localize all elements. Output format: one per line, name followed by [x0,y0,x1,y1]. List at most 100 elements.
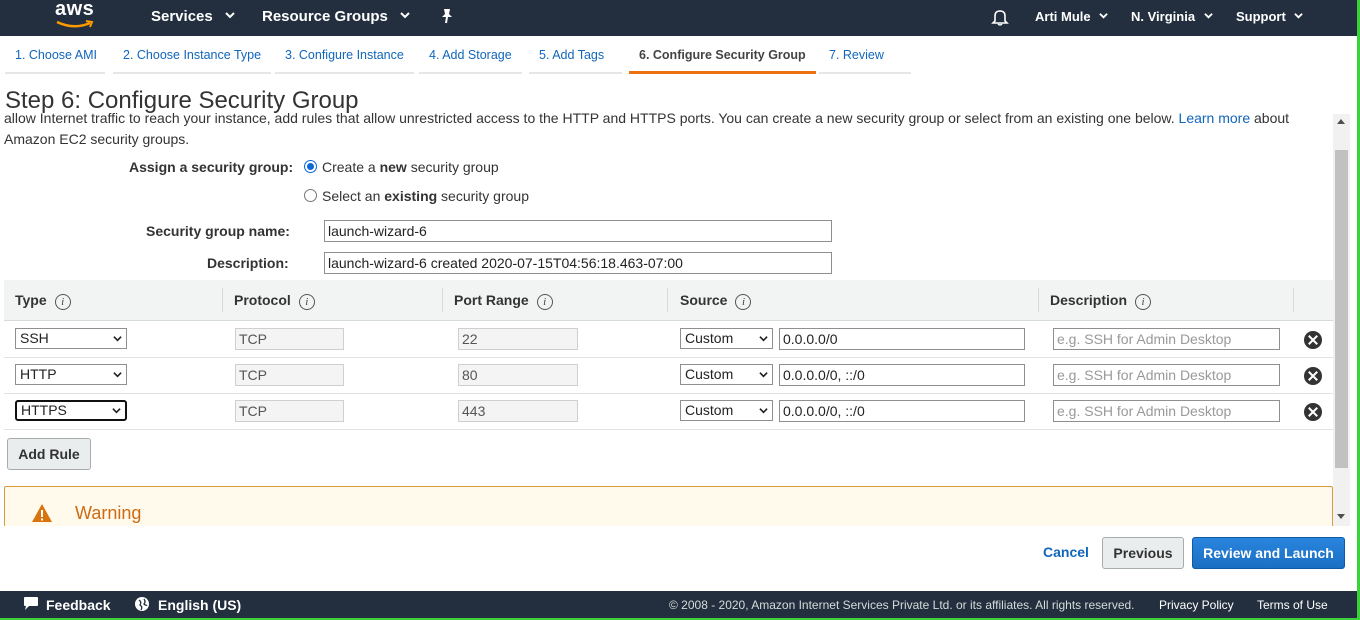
user-menu[interactable]: Arti Mule [1035,0,1108,36]
info-icon[interactable]: i [1135,294,1152,310]
chevron-down-icon [759,372,768,378]
radio-label: Select an [322,188,385,204]
table-row: SSH TCP 22 Custom 0.0.0.0/0 e.g. SSH for… [4,322,1333,358]
tab-label: 2. Choose Instance Type [123,48,262,62]
group-name-input[interactable]: launch-wizard-6 [324,220,832,242]
chevron-down-icon [1203,13,1213,19]
column-label: Description [1050,292,1128,308]
warning-title: Warning [75,503,142,523]
chevron-down-icon [1294,13,1304,19]
tab-label: 3. Configure Instance [285,48,404,62]
source-cidr-input[interactable]: 0.0.0.0/0 [779,328,1025,350]
services-label: Services [151,8,213,25]
type-select[interactable]: HTTPS [15,400,127,421]
radio-select-existing[interactable]: Select an existing security group [304,188,529,204]
column-divider [1293,288,1294,312]
intro-suffix: about [1254,110,1290,126]
chevron-down-icon [112,408,121,414]
vertical-scrollbar[interactable] [1333,114,1350,526]
select-value: Custom [685,366,734,382]
resource-groups-menu[interactable]: Resource Groups [262,0,410,36]
main-content: Step 6: Configure Security Group allow I… [0,84,1333,526]
notifications-button[interactable] [991,8,1009,26]
tab-add-storage[interactable]: 4. Add Storage [419,48,522,74]
radio-button-checked[interactable] [304,159,317,173]
bell-icon [991,10,1009,26]
select-value: HTTPS [21,402,67,418]
privacy-policy-link[interactable]: Privacy Policy [1159,591,1234,619]
tab-choose-instance-type[interactable]: 2. Choose Instance Type [113,48,272,74]
pushpin-icon [442,9,452,24]
source-mode-select[interactable]: Custom [680,328,773,349]
type-select[interactable]: SSH [15,328,127,349]
scroll-up-icon[interactable] [1337,119,1345,124]
select-value: Custom [685,402,734,418]
info-icon[interactable]: i [735,294,752,310]
tab-configure-security-group[interactable]: 6. Configure Security Group [629,48,816,74]
feedback-label: Feedback [46,597,111,613]
services-menu[interactable]: Services [151,0,235,36]
region-menu[interactable]: N. Virginia [1131,0,1213,36]
column-port-range: Port Range i [454,292,553,310]
tab-label: 6. Configure Security Group [639,48,806,62]
remove-rule-icon[interactable] [1304,403,1322,421]
feedback-link[interactable]: Feedback [22,591,111,619]
rule-description-input[interactable]: e.g. SSH for Admin Desktop [1053,364,1280,386]
tab-label: 5. Add Tags [539,48,605,62]
source-cidr-input[interactable]: 0.0.0.0/0, ::/0 [779,400,1025,422]
warning-icon [32,504,52,522]
column-divider [442,288,443,312]
aws-logo[interactable]: aws [55,0,97,34]
tab-add-tags[interactable]: 5. Add Tags [529,48,623,74]
top-nav: aws Services Resource Groups Arti Mule N… [0,0,1357,36]
copyright-text: © 2008 - 2020, Amazon Internet Services … [669,598,1135,612]
support-menu[interactable]: Support [1236,0,1304,36]
source-mode-select[interactable]: Custom [680,400,773,421]
column-label: Type [15,292,47,308]
tab-review[interactable]: 7. Review [819,48,911,74]
table-row: HTTP TCP 80 Custom 0.0.0.0/0, ::/0 e.g. … [4,358,1333,394]
source-mode-select[interactable]: Custom [680,364,773,385]
select-value: Custom [685,330,734,346]
column-type: Type i [15,292,71,310]
tab-choose-ami[interactable]: 1. Choose AMI [5,48,105,74]
tab-label: 7. Review [829,48,884,62]
type-select[interactable]: HTTP [15,364,127,385]
info-icon[interactable]: i [54,294,71,310]
page-title: Step 6: Configure Security Group [5,87,359,114]
pin-button[interactable] [440,8,454,24]
previous-button[interactable]: Previous [1102,537,1184,569]
radio-button[interactable] [304,188,317,202]
review-and-launch-button[interactable]: Review and Launch [1192,537,1345,569]
scroll-thumb[interactable] [1335,150,1348,468]
tab-configure-instance[interactable]: 3. Configure Instance [275,48,414,74]
chevron-down-icon [113,336,122,342]
region-label: N. Virginia [1131,9,1196,24]
radio-label: Create a [322,159,380,175]
cancel-button[interactable]: Cancel [1038,537,1094,569]
radio-create-new[interactable]: Create a new security group [304,159,499,175]
rule-description-input[interactable]: e.g. SSH for Admin Desktop [1053,328,1280,350]
protocol-field: TCP [235,328,344,350]
remove-rule-icon[interactable] [1304,367,1322,385]
support-label: Support [1236,9,1286,24]
terms-of-use-link[interactable]: Terms of Use [1257,591,1328,619]
rule-description-input[interactable]: e.g. SSH for Admin Desktop [1053,400,1280,422]
resource-groups-label: Resource Groups [262,8,388,25]
protocol-field: TCP [235,400,344,422]
description-label: Description: [207,255,289,271]
info-icon[interactable]: i [298,294,315,310]
source-cidr-input[interactable]: 0.0.0.0/0, ::/0 [779,364,1025,386]
assign-group-label: Assign a security group: [129,159,294,175]
language-selector[interactable]: English (US) [134,591,241,619]
radio-label: security group [406,159,499,175]
info-icon[interactable]: i [536,294,553,310]
scroll-down-icon[interactable] [1337,514,1345,519]
add-rule-button[interactable]: Add Rule [7,438,91,470]
column-label: Protocol [234,292,291,308]
table-row: HTTPS TCP 443 Custom 0.0.0.0/0, ::/0 e.g… [4,394,1333,430]
description-input[interactable]: launch-wizard-6 created 2020-07-15T04:56… [324,252,832,274]
remove-rule-icon[interactable] [1304,331,1322,349]
intro-line-2: Amazon EC2 security groups. [4,131,190,147]
learn-more-link[interactable]: Learn more [1179,110,1251,126]
